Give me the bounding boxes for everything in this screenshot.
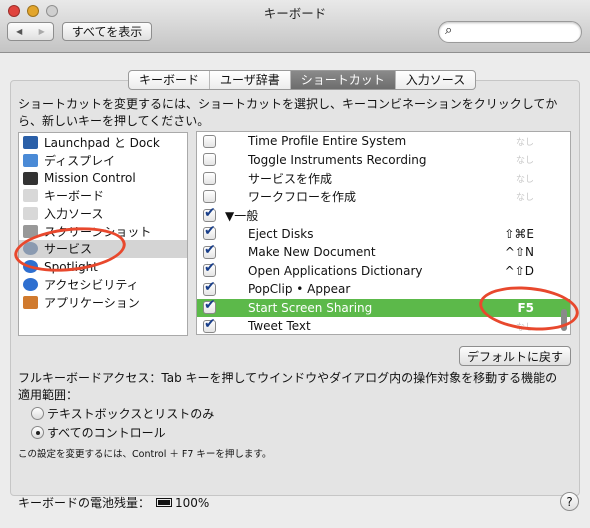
category-item[interactable]: Launchpad と Dock — [19, 134, 187, 152]
radio-button[interactable] — [31, 426, 44, 439]
shortcut-key[interactable]: なし — [516, 190, 534, 203]
category-item[interactable]: Mission Control — [19, 169, 187, 187]
battery-icon — [156, 498, 173, 507]
shortcut-key[interactable]: なし — [516, 135, 534, 148]
category-item[interactable]: ディスプレイ — [19, 152, 187, 170]
shortcut-group-row[interactable]: ▼一般 — [197, 205, 570, 225]
shortcut-note: この設定を変更するには、Control ＋ F7 キーを押します。 — [18, 449, 272, 460]
shortcut-label: Time Profile Entire System — [248, 134, 407, 149]
shortcut-label: Start Screen Sharing — [248, 300, 373, 315]
shortcut-label: Make New Document — [248, 245, 376, 260]
checkbox[interactable] — [203, 316, 216, 333]
tab-keyboard[interactable]: キーボード — [129, 71, 211, 89]
radio-button[interactable] — [31, 407, 44, 420]
search-input[interactable] — [461, 24, 576, 39]
nav-buttons: ◀ ▶ — [7, 22, 54, 41]
keyboard-icon — [23, 207, 38, 221]
window-title: キーボード — [263, 6, 327, 21]
shortcut-row[interactable]: Time Profile Entire System なし — [197, 132, 570, 151]
shortcut-row[interactable]: Eject Disks ⇧⌘E — [197, 223, 570, 244]
battery-label: キーボードの電池残量： — [18, 496, 151, 510]
shortcut-label: Tweet Text — [248, 319, 311, 334]
radio-label: テキストボックスとリストのみ — [47, 407, 215, 421]
search-field[interactable]: ⌕ — [438, 21, 582, 43]
category-label: キーボード — [44, 189, 105, 204]
shortcut-label: ワークフローを作成 — [248, 190, 357, 205]
shortcut-row[interactable]: Toggle Instruments Recording なし — [197, 151, 570, 170]
shortcut-row[interactable]: Make New Document ^⇧N — [197, 242, 570, 262]
shortcut-label: ▼一般 — [225, 208, 259, 223]
shortcut-label: Toggle Instruments Recording — [248, 152, 427, 167]
shortcut-label: サービスを作成 — [248, 171, 333, 186]
shortcut-key[interactable]: ^⇧N — [505, 245, 534, 259]
category-label: Mission Control — [44, 171, 136, 186]
full-keyboard-access-text: フルキーボードアクセス：Tab キーを押してウインドウやダイアログ内の操作対象を… — [18, 371, 558, 402]
shortcut-row[interactable]: Open Applications Dictionary ^⇧D — [197, 260, 570, 281]
search-icon: ⌕ — [445, 23, 453, 38]
checkbox[interactable] — [203, 279, 216, 296]
battery-value: 100% — [175, 495, 210, 510]
shortcut-label: Open Applications Dictionary — [248, 263, 423, 278]
shortcut-label: PopClip • Appear — [248, 282, 351, 297]
show-all-button[interactable]: すべてを表示 — [62, 22, 152, 41]
launchpad-icon — [23, 136, 38, 150]
keyboard-icon — [23, 189, 38, 203]
category-label: Launchpad と Dock — [44, 136, 160, 151]
checkbox[interactable] — [203, 297, 216, 315]
category-label: アクセシビリティ — [44, 277, 139, 292]
mission-control-icon — [23, 171, 38, 185]
shortcut-key[interactable]: なし — [516, 172, 534, 185]
checkbox[interactable] — [203, 260, 216, 278]
category-label: 入力ソース — [44, 207, 104, 222]
shortcut-key[interactable]: ⇧⌘E — [504, 227, 534, 241]
shortcut-key[interactable]: ^⇧D — [505, 264, 534, 278]
checkbox[interactable] — [203, 171, 216, 185]
window-toolbar: キーボード ◀ ▶ すべてを表示 ⌕ — [0, 0, 590, 53]
radio-label: すべてのコントロール — [47, 426, 166, 440]
tab-shortcuts[interactable]: ショートカット — [290, 71, 396, 89]
category-item[interactable]: アプリケーション — [19, 293, 187, 311]
shortcut-key[interactable]: なし — [516, 153, 534, 166]
app-store-icon — [23, 295, 38, 309]
forward-button[interactable]: ▶ — [39, 27, 45, 36]
category-label: ディスプレイ — [44, 154, 116, 169]
radio-text-boxes-lists[interactable]: テキストボックスとリストのみ — [31, 405, 214, 422]
checkbox[interactable] — [203, 134, 216, 148]
tab-input-sources[interactable]: 入力ソース — [396, 71, 475, 89]
shortcut-row[interactable]: ワークフローを作成 なし — [197, 188, 570, 207]
checkbox[interactable] — [203, 242, 216, 259]
checkbox[interactable] — [203, 223, 216, 241]
help-button[interactable]: ? — [560, 492, 579, 511]
display-icon — [23, 154, 38, 168]
shortcut-label: Eject Disks — [248, 226, 314, 241]
category-item[interactable]: アクセシビリティ — [19, 276, 187, 294]
accessibility-icon — [23, 277, 38, 291]
checkbox[interactable] — [203, 190, 216, 204]
radio-all-controls[interactable]: すべてのコントロール — [31, 424, 166, 441]
checkbox[interactable] — [203, 153, 216, 167]
restore-defaults-button[interactable]: デフォルトに戻す — [459, 346, 571, 366]
battery-status: キーボードの電池残量： 100% — [18, 494, 209, 511]
tab-user-dictionary[interactable]: ユーザ辞書 — [210, 71, 291, 89]
category-item[interactable]: キーボード — [19, 187, 187, 205]
shortcut-row[interactable]: サービスを作成 なし — [197, 169, 570, 188]
back-button[interactable]: ◀ — [16, 27, 22, 36]
category-label: アプリケーション — [44, 295, 140, 310]
description-text: ショートカットを変更するには、ショートカットを選択し、キーコンビネーションをクリ… — [18, 97, 558, 128]
tab-bar: キーボード ユーザ辞書 ショートカット 入力ソース — [128, 70, 477, 90]
checkbox[interactable] — [203, 205, 216, 222]
category-item[interactable]: 入力ソース — [19, 205, 187, 223]
